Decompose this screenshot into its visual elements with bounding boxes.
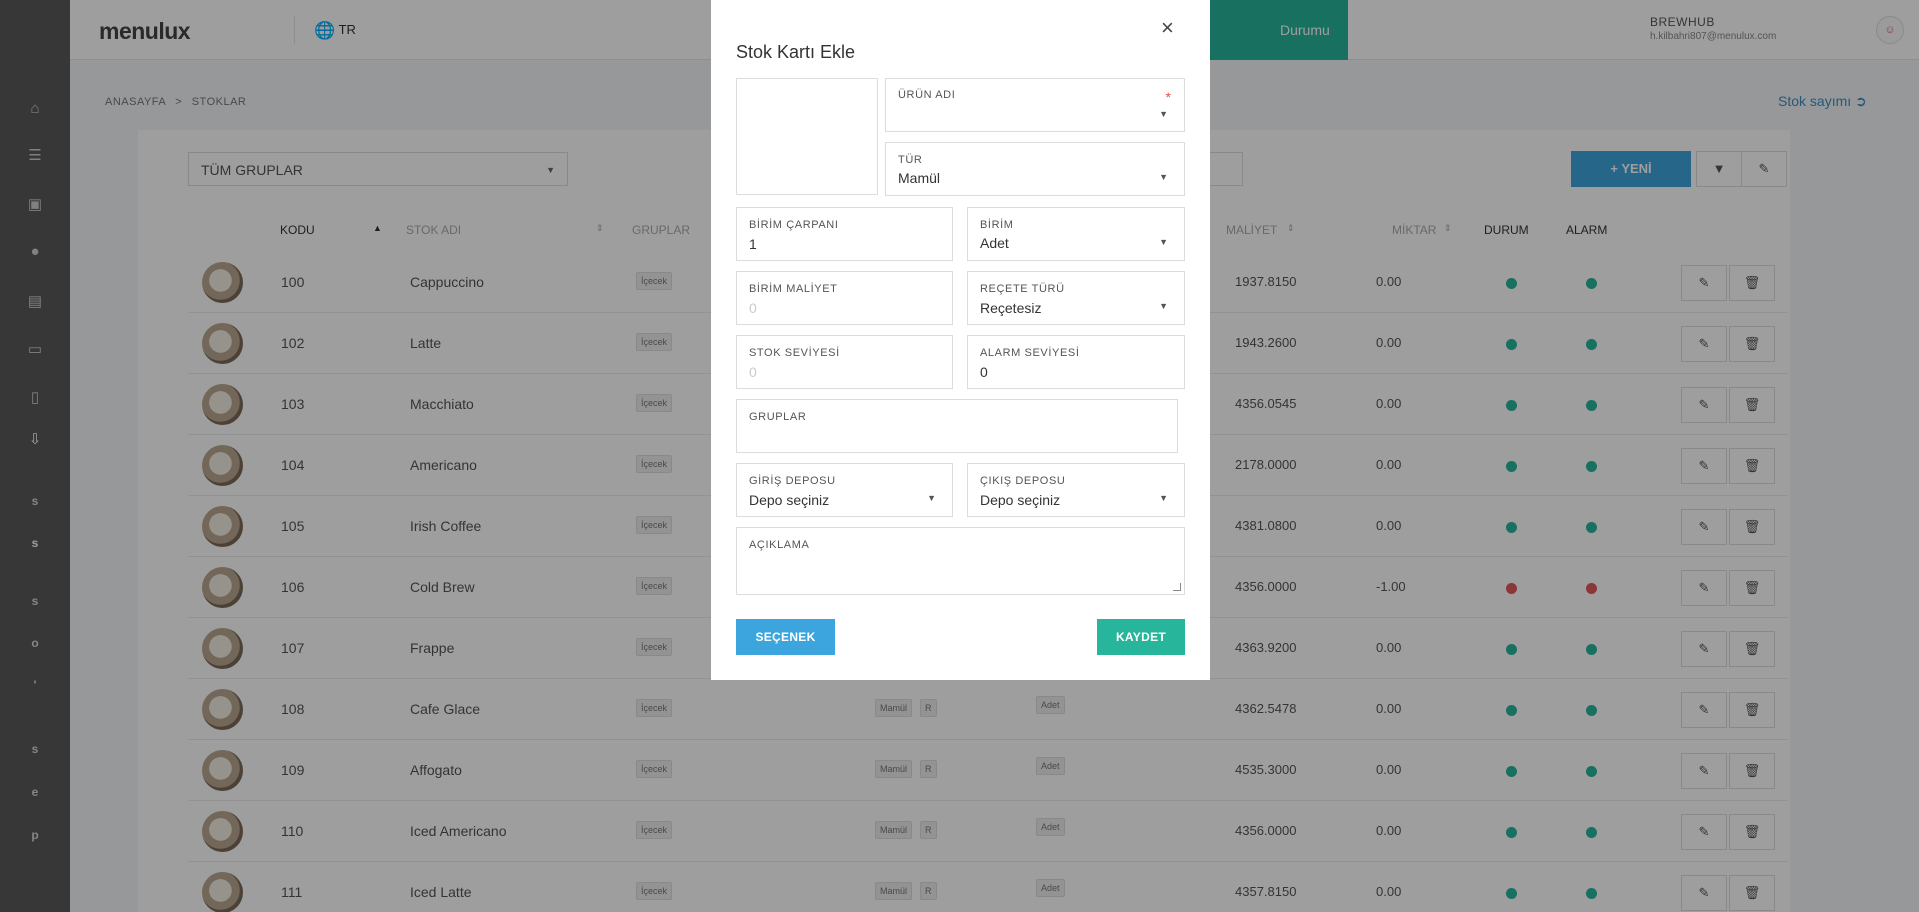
field-label: ALARM SEVİYESİ <box>980 347 1080 359</box>
modal-title: Stok Kartı Ekle <box>736 42 856 62</box>
required-marker: * <box>1165 89 1171 105</box>
chevron-down-icon: ▼ <box>1159 237 1168 247</box>
add-stock-card-modal: Stok Kartı Ekle × ÜRÜN ADI * ▼ TÜR Mamül… <box>711 0 1210 680</box>
field-label: AÇIKLAMA <box>749 539 810 551</box>
recipe-type-value: Reçetesiz <box>980 300 1042 316</box>
alarm-level-value: 0 <box>980 364 988 380</box>
image-upload-box[interactable] <box>736 78 878 195</box>
field-label: STOK SEVİYESİ <box>749 347 840 359</box>
close-icon[interactable]: × <box>1161 15 1174 41</box>
stock-level-field[interactable]: STOK SEVİYESİ 0 <box>736 335 953 389</box>
description-textarea[interactable]: AÇIKLAMA <box>736 527 1185 595</box>
unit-multiplier-field[interactable]: BİRİM ÇARPANI 1 <box>736 207 953 261</box>
field-label: ÜRÜN ADI <box>898 89 956 101</box>
recipe-type-select[interactable]: REÇETE TÜRÜ Reçetesiz ▼ <box>967 271 1185 325</box>
product-name-field[interactable]: ÜRÜN ADI * ▼ <box>885 78 1185 132</box>
field-label: ÇIKIŞ DEPOSU <box>980 475 1066 487</box>
field-label: GRUPLAR <box>749 411 807 423</box>
groups-field[interactable]: GRUPLAR <box>736 399 1178 453</box>
stock-level-placeholder: 0 <box>749 364 757 380</box>
type-value: Mamül <box>898 170 941 186</box>
chevron-down-icon: ▼ <box>1159 493 1168 503</box>
exit-warehouse-value: Depo seçiniz <box>980 492 1061 508</box>
unit-select[interactable]: BİRİM Adet ▼ <box>967 207 1185 261</box>
field-label: BİRİM ÇARPANI <box>749 219 839 231</box>
resize-handle[interactable] <box>1173 583 1181 591</box>
field-label: BİRİM MALİYET <box>749 283 838 295</box>
field-label: GİRİŞ DEPOSU <box>749 475 836 487</box>
unit-cost-field[interactable]: BİRİM MALİYET 0 <box>736 271 953 325</box>
unit-cost-placeholder: 0 <box>749 300 757 316</box>
option-button[interactable]: SEÇENEK <box>736 619 835 655</box>
entry-warehouse-select[interactable]: GİRİŞ DEPOSU Depo seçiniz ▼ <box>736 463 953 517</box>
save-button[interactable]: KAYDET <box>1097 619 1185 655</box>
unit-value: Adet <box>980 235 1009 251</box>
chevron-down-icon: ▼ <box>1159 109 1168 119</box>
field-label: BİRİM <box>980 219 1014 231</box>
field-label: TÜR <box>898 154 923 166</box>
type-select[interactable]: TÜR Mamül ▼ <box>885 142 1185 196</box>
chevron-down-icon: ▼ <box>1159 172 1168 182</box>
field-label: REÇETE TÜRÜ <box>980 283 1065 295</box>
alarm-level-field[interactable]: ALARM SEVİYESİ 0 <box>967 335 1185 389</box>
entry-warehouse-value: Depo seçiniz <box>749 492 830 508</box>
chevron-down-icon: ▼ <box>1159 301 1168 311</box>
chevron-down-icon: ▼ <box>927 493 936 503</box>
unit-multiplier-value: 1 <box>749 236 757 252</box>
exit-warehouse-select[interactable]: ÇIKIŞ DEPOSU Depo seçiniz ▼ <box>967 463 1185 517</box>
